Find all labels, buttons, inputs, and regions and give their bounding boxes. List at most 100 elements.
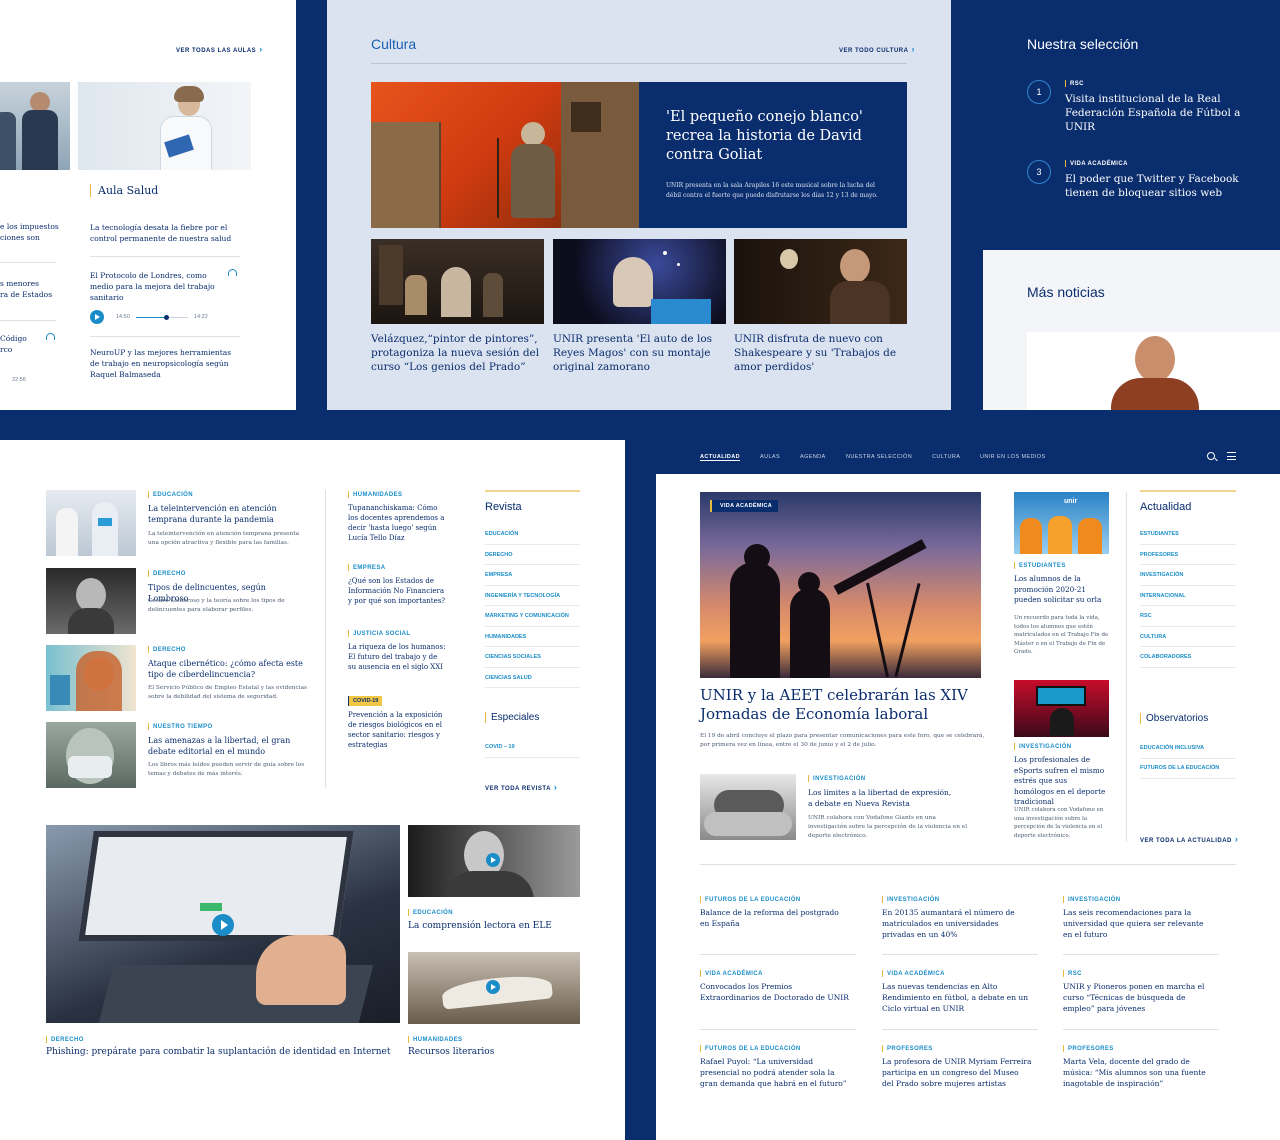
video-title[interactable]: Recursos literarios xyxy=(408,1047,580,1057)
seleccion-title[interactable]: Visita institucional de la Real Federaci… xyxy=(1065,92,1245,134)
main-article-title[interactable]: UNIR y la AEET celebrarán las XIV Jornad… xyxy=(700,686,990,724)
observatorio-link[interactable]: EDUCACIÓN INCLUSIVA xyxy=(1140,745,1236,759)
cultura-card-title[interactable]: Velázquez,“pintor de pintores”, protagon… xyxy=(371,332,544,374)
article-title[interactable]: La riqueza de los humanos: El futuro del… xyxy=(348,642,446,672)
revista-link[interactable]: CIENCIAS SOCIALES xyxy=(485,647,580,668)
grid-item[interactable]: VIDA ACADÉMICA Las nuevas tendencias en A… xyxy=(882,970,1032,1014)
grid-title[interactable]: UNIR y Pioneros ponen en marcha el curso… xyxy=(1063,981,1213,1014)
actualidad-link[interactable]: INVESTIGACIÓN xyxy=(1140,565,1236,586)
aula-salud-article[interactable]: NeuroUP y las mejores herramientas de tr… xyxy=(90,347,240,380)
play-button[interactable] xyxy=(486,853,500,867)
reyes-magos-image[interactable] xyxy=(553,239,726,324)
grid-title[interactable]: Balance de la reforma del postgrado en E… xyxy=(700,907,850,929)
lab-image[interactable] xyxy=(46,490,136,556)
divider xyxy=(371,63,907,64)
grid-item[interactable]: PROFESORES Marta Vela, docente del grado … xyxy=(1063,1045,1213,1089)
video-title[interactable]: La comprensión lectora en ELE xyxy=(408,921,580,931)
seleccion-title[interactable]: El poder que Twitter y Facebook tienen d… xyxy=(1065,172,1245,200)
headphones-icon[interactable] xyxy=(46,333,55,340)
article-tag: ESTUDIANTES xyxy=(1014,562,1066,569)
actualidad-link[interactable]: RSC xyxy=(1140,606,1236,627)
revista-link[interactable]: CIENCIAS SALUD xyxy=(485,668,580,688)
article-title[interactable]: La teleintervención en atención temprana… xyxy=(148,503,308,525)
nav-item-nuestra-seleccion[interactable]: NUESTRA SELECCIÓN xyxy=(846,454,912,460)
divider xyxy=(0,320,56,321)
headphones-icon[interactable] xyxy=(228,269,237,276)
observatorio-link[interactable]: FUTUROS DE LA EDUCACIÓN xyxy=(1140,765,1236,779)
grid-item[interactable]: RSC UNIR y Pioneros ponen en marcha el cu… xyxy=(1063,970,1213,1014)
revista-link[interactable]: HUMANIDADES xyxy=(485,627,580,647)
play-button[interactable] xyxy=(486,980,500,994)
grid-title[interactable]: La profesora de UNIR Myriam Ferreira par… xyxy=(882,1056,1032,1089)
ver-todo-cultura-link[interactable]: VER TODO CULTURA xyxy=(839,44,915,54)
graduation-image[interactable]: unir xyxy=(1014,492,1109,554)
cultura-panel: Cultura VER TODO CULTURA 'El pequeño con… xyxy=(327,0,951,410)
article-summary: Cesare Lombroso y la teoría sobre los ti… xyxy=(148,598,285,613)
nav-item-agenda[interactable]: AGENDA xyxy=(800,454,826,460)
grid-item[interactable]: VIDA ACADÉMICA Convocados los Premios Ext… xyxy=(700,970,850,1003)
nav-item-unir-en-los-medios[interactable]: UNIR EN LOS MEDIOS xyxy=(980,454,1046,460)
article-title[interactable]: Prevención a la exposición de riesgos bi… xyxy=(348,710,446,750)
play-button[interactable] xyxy=(90,310,104,324)
article-title[interactable]: Las amenazas a la libertad, el gran deba… xyxy=(148,735,308,757)
revista-link[interactable]: EDUCACIÓN xyxy=(485,524,580,545)
nav-item-aulas[interactable]: AULAS xyxy=(760,454,780,460)
grid-title[interactable]: Marta Vela, docente del grado de música:… xyxy=(1063,1056,1213,1089)
telescope-image[interactable] xyxy=(700,492,981,678)
revista-link[interactable]: MARKETING Y COMUNICACIÓN xyxy=(485,606,580,627)
audio-progress-handle[interactable] xyxy=(164,315,170,320)
actualidad-link[interactable]: ESTUDIANTES xyxy=(1140,524,1236,545)
grid-title[interactable]: En 20135 aumantará el número de matricul… xyxy=(882,907,1032,940)
grid-tag: FUTUROS DE LA EDUCACIÓN xyxy=(700,896,850,903)
aula-salud-article[interactable]: La tecnología desata la fiebre por el co… xyxy=(90,222,240,244)
actualidad-link[interactable]: CULTURA xyxy=(1140,627,1236,647)
play-button[interactable] xyxy=(212,914,234,936)
ver-toda-revista-link[interactable]: VER TODA REVISTA xyxy=(485,782,557,792)
lombroso-image[interactable] xyxy=(46,568,136,634)
grid-title[interactable]: Rafael Puyol: “La universidad presencial… xyxy=(700,1056,850,1089)
article-tag: INVESTIGACIÓN xyxy=(1014,743,1072,750)
person-image[interactable] xyxy=(1027,332,1280,410)
ver-toda-actualidad-link[interactable]: VER TODA LA ACTUALIDAD xyxy=(1140,834,1238,844)
video-title[interactable]: Phishing: prepárate para combatir la sup… xyxy=(46,1047,400,1057)
grid-item[interactable]: FUTUROS DE LA EDUCACIÓN Rafael Puyol: “La… xyxy=(700,1045,850,1089)
hands-eyes-image[interactable] xyxy=(700,774,796,840)
article-title[interactable]: ¿Qué son los Estados de Información No F… xyxy=(348,576,446,606)
shakespeare-image[interactable] xyxy=(734,239,907,324)
actualidad-link[interactable]: INTERNACIONAL xyxy=(1140,586,1236,606)
grid-title[interactable]: Las nuevas tendencias en Alto Rendimient… xyxy=(882,981,1032,1014)
velazquez-image[interactable] xyxy=(371,239,544,324)
revista-link[interactable]: DERECHO xyxy=(485,545,580,565)
article-title[interactable]: Los límites a la libertad de expresión, … xyxy=(808,787,958,809)
grid-item[interactable]: PROFESORES La profesora de UNIR Myriam Fe… xyxy=(882,1045,1032,1089)
cultura-feature-box[interactable]: 'El pequeño conejo blanco' recrea la his… xyxy=(639,82,907,228)
ver-todas-aulas-link[interactable]: VER TODAS LAS AULAS xyxy=(176,44,263,54)
audio-progress-track[interactable] xyxy=(136,315,188,320)
revista-link[interactable]: EMPRESA xyxy=(485,565,580,586)
grid-title[interactable]: Convocados los Premios Extraordinarios d… xyxy=(700,981,850,1003)
grid-title[interactable]: Las seis recomendaciones para la univers… xyxy=(1063,907,1213,940)
cultura-card-title[interactable]: UNIR disfruta de nuevo con Shakespeare y… xyxy=(734,332,907,374)
aula-salud-article[interactable]: El Protocolo de Londres, como medio para… xyxy=(90,270,215,303)
especiales-link[interactable]: COVID – 19 xyxy=(485,744,580,758)
nav-item-actualidad[interactable]: ACTUALIDAD xyxy=(700,454,741,461)
main-article-summary: El 19 de abril concluye el plazo para pr… xyxy=(700,733,985,748)
video-tag: EDUCACIÓN xyxy=(408,909,453,916)
child-image[interactable] xyxy=(46,645,136,711)
grid-item[interactable]: INVESTIGACIÓN Las seis recomendaciones pa… xyxy=(1063,896,1213,940)
dollar-mask-image[interactable] xyxy=(46,722,136,788)
mas-noticias-panel: Más noticias xyxy=(983,250,1280,410)
cultura-card-title[interactable]: UNIR presenta 'El auto de los Reyes Mago… xyxy=(553,332,726,374)
grid-item[interactable]: INVESTIGACIÓN En 20135 aumantará el númer… xyxy=(882,896,1032,940)
article-title[interactable]: Ataque cibernético: ¿cómo afecta este ti… xyxy=(148,658,308,680)
article-title[interactable]: Los profesionales de eSports sufren el m… xyxy=(1014,755,1109,808)
esports-image[interactable] xyxy=(1014,680,1109,737)
cultura-feature-image[interactable] xyxy=(371,82,639,228)
actualidad-link[interactable]: COLABORADORES xyxy=(1140,647,1236,668)
nav-item-cultura[interactable]: CULTURA xyxy=(932,454,960,460)
revista-link[interactable]: INGENIERÍA Y TECNOLOGÍA xyxy=(485,586,580,606)
article-title[interactable]: Tupananchiskama: Cómo los docentes apren… xyxy=(348,503,446,543)
grid-item[interactable]: FUTUROS DE LA EDUCACIÓN Balance de la ref… xyxy=(700,896,850,929)
article-title[interactable]: Los alumnos de la promoción 2020-21 pued… xyxy=(1014,574,1109,606)
actualidad-link[interactable]: PROFESORES xyxy=(1140,545,1236,565)
